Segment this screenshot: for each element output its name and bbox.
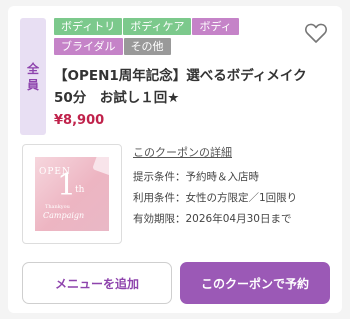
- thumb-number: 1: [57, 168, 77, 203]
- coupon-title: 【OPEN1周年記念】選べるボディメイク50分 お試し１回★: [54, 68, 307, 106]
- condition-expiry: 有効期限：2026年04月30日まで: [133, 213, 292, 225]
- thumb-suffix: th: [75, 185, 85, 195]
- badge-char-1: 全: [26, 61, 39, 76]
- coupon-thumbnail: OPEN 1 th Thankyou Campaign: [22, 144, 122, 244]
- book-with-coupon-button[interactable]: このクーポンで予約: [180, 262, 330, 304]
- tag-body-tri: ボディトリ: [54, 18, 123, 35]
- condition-usage: 利用条件：女性の方限定／1回限り: [133, 192, 298, 204]
- favorite-heart-icon[interactable]: [304, 22, 328, 44]
- badge-char-2: 員: [26, 77, 39, 92]
- tag-body-care: ボディケア: [123, 18, 192, 35]
- tag-other: その他: [123, 38, 171, 55]
- anniversary-image: OPEN 1 th Thankyou Campaign: [35, 157, 109, 231]
- coupon-card: 全 員 ボディトリ ボディケア ボディ ブライダル その他 【OPEN1周年記念】選べ…: [8, 6, 342, 313]
- condition-present: 提示条件：予約時＆入店時: [133, 171, 259, 183]
- ribbon-decoration: [92, 157, 109, 176]
- tag-bridal: ブライダル: [54, 38, 123, 55]
- category-tags: ボディトリ ボディケア ボディ ブライダル その他: [54, 18, 294, 58]
- thumb-thanks: Thankyou: [45, 204, 70, 210]
- add-menu-button[interactable]: メニューを追加: [22, 262, 172, 304]
- thumb-campaign: Campaign: [43, 211, 85, 220]
- tag-body: ボディ: [192, 18, 239, 35]
- all-members-badge: 全 員: [20, 18, 46, 135]
- coupon-detail-link[interactable]: このクーポンの詳細: [133, 144, 232, 160]
- coupon-price: ¥8,900: [54, 113, 105, 128]
